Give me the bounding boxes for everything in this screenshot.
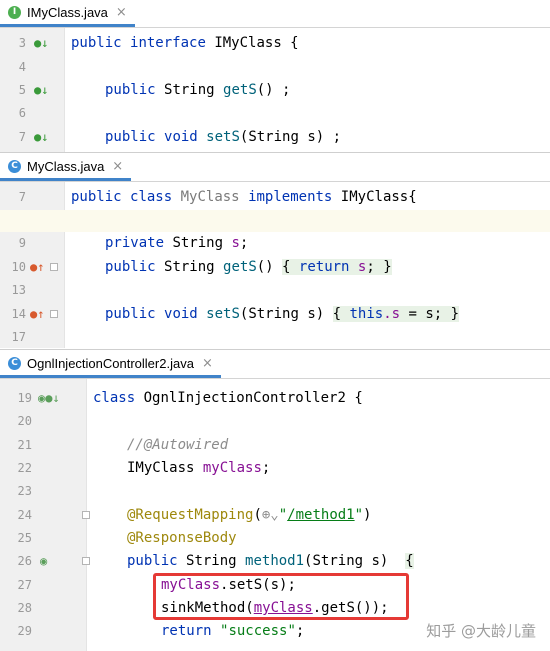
close-icon[interactable]: × bbox=[112, 159, 123, 174]
code-line: @RequestMapping(⊕⌄"/method1") bbox=[127, 507, 372, 523]
implements-method-icon[interactable]: ●↑ bbox=[30, 306, 44, 322]
fold-toggle-icon[interactable] bbox=[50, 263, 58, 271]
line-number: 14 bbox=[11, 307, 26, 321]
line-number: 9 bbox=[18, 236, 26, 250]
code-area[interactable]: public interface IMyClass { public Strin… bbox=[65, 28, 550, 152]
implemented-icon[interactable]: ●↓ bbox=[34, 129, 48, 145]
line-number: 25 bbox=[17, 531, 32, 545]
gutter: 19 ◉●↓ 20 21 22 23 24 25 26 ◉ 27 28 29 bbox=[0, 379, 90, 651]
interface-icon: I bbox=[8, 5, 21, 19]
line-number: 27 bbox=[17, 578, 32, 592]
code-line: class OgnlInjectionController2 { bbox=[93, 390, 363, 406]
globe-icon: ⊕⌄ bbox=[261, 507, 279, 523]
tab-label: IMyClass.java bbox=[27, 4, 108, 20]
line-number: 20 bbox=[17, 414, 32, 428]
tab-bar: I IMyClass.java × bbox=[0, 0, 550, 28]
code-line: public interface IMyClass { bbox=[71, 35, 299, 51]
line-number: 17 bbox=[11, 330, 26, 344]
tab-bar: C MyClass.java × bbox=[0, 154, 550, 182]
current-line-highlight bbox=[0, 210, 550, 232]
code-line: public void setS(String s) { this.s = s;… bbox=[105, 306, 460, 322]
code-line: private String s; bbox=[105, 235, 249, 251]
line-number: 19 bbox=[17, 391, 32, 405]
editor-panel-controller: C OgnlInjectionController2.java × 19 ◉●↓… bbox=[0, 351, 550, 651]
code-area[interactable]: public class MyClass implements IMyClass… bbox=[0, 182, 550, 348]
tab-imyclass-java[interactable]: I IMyClass.java × bbox=[0, 0, 135, 27]
highlight-box bbox=[153, 573, 409, 620]
code-line: IMyClass myClass; bbox=[127, 460, 271, 476]
panel-divider bbox=[0, 349, 550, 350]
line-number: 13 bbox=[11, 283, 26, 297]
tab-label: MyClass.java bbox=[27, 158, 105, 174]
class-icon: C bbox=[8, 159, 21, 173]
implemented-icon[interactable]: ●↓ bbox=[34, 35, 48, 51]
line-number: 29 bbox=[17, 624, 32, 638]
code-line: public String getS() ; bbox=[105, 82, 291, 98]
line-number: 23 bbox=[17, 484, 32, 498]
line-number: 22 bbox=[17, 461, 32, 475]
line-number: 21 bbox=[17, 438, 32, 452]
editor-panel-myclass: C MyClass.java × 7 8 9 10 ●↑ 13 14 ●↑ 17… bbox=[0, 154, 550, 348]
line-number: 7 bbox=[18, 190, 26, 204]
class-icon: C bbox=[8, 356, 21, 370]
code-line: @ResponseBody bbox=[127, 530, 237, 546]
code-line: //@Autowired bbox=[127, 437, 229, 453]
line-number: 24 bbox=[17, 508, 32, 522]
line-number: 10 bbox=[11, 260, 26, 274]
close-icon[interactable]: × bbox=[202, 356, 213, 371]
tab-bar: C OgnlInjectionController2.java × bbox=[0, 351, 550, 379]
line-number: 5 bbox=[18, 83, 26, 97]
endpoint-link[interactable]: /method1 bbox=[287, 507, 354, 523]
fold-toggle-icon[interactable] bbox=[50, 310, 58, 318]
line-number: 7 bbox=[18, 130, 26, 144]
gutter: 7 8 9 10 ●↑ 13 14 ●↑ 17 bbox=[0, 182, 65, 348]
editor-panel-imyclass: I IMyClass.java × 3 ●↓ 4 5 ●↓ 6 7 ●↓ pub… bbox=[0, 0, 550, 152]
close-icon[interactable]: × bbox=[116, 5, 127, 20]
panel-divider bbox=[0, 152, 550, 153]
spring-endpoint-icon[interactable]: ◉ bbox=[40, 553, 47, 569]
tab-myclass-java[interactable]: C MyClass.java × bbox=[0, 154, 132, 181]
code-line: public void setS(String s) ; bbox=[105, 129, 342, 145]
code-line: public String getS() { return s; } bbox=[105, 259, 392, 275]
implemented-icon[interactable]: ●↓ bbox=[34, 82, 48, 98]
line-number: 6 bbox=[18, 106, 26, 120]
line-number: 26 bbox=[17, 554, 32, 568]
code-line: return "success"; bbox=[161, 623, 305, 639]
implements-method-icon[interactable]: ●↑ bbox=[30, 259, 44, 275]
line-number: 28 bbox=[17, 601, 32, 615]
tab-label: OgnlInjectionController2.java bbox=[27, 355, 194, 371]
line-number: 4 bbox=[18, 60, 26, 74]
tab-ognlinjectioncontroller2-java[interactable]: C OgnlInjectionController2.java × bbox=[0, 351, 221, 378]
gutter: 3 ●↓ 4 5 ●↓ 6 7 ●↓ bbox=[0, 28, 65, 152]
watermark: 知乎 @大龄儿童 bbox=[426, 622, 536, 640]
code-line: public String method1(String s) { bbox=[127, 553, 414, 569]
code-line: public class MyClass implements IMyClass… bbox=[71, 189, 417, 205]
spring-bean-icon[interactable]: ◉●↓ bbox=[38, 390, 60, 406]
line-number: 3 bbox=[18, 36, 26, 50]
